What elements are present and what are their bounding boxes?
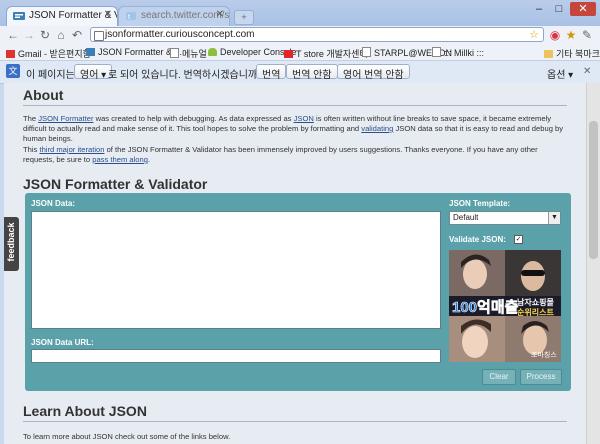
validating-link[interactable]: validating	[361, 124, 393, 133]
history-back-icon[interactable]: ↶	[70, 27, 84, 43]
feedback-tab[interactable]: feedback	[4, 217, 19, 271]
json-url-input[interactable]	[31, 349, 441, 363]
validate-label: Validate JSON:	[449, 235, 506, 244]
json-favicon-icon	[13, 12, 25, 20]
pass-them-along-link[interactable]: pass them along	[92, 155, 148, 164]
bookmark-tstore[interactable]: T store 개발자센터	[284, 47, 368, 60]
close-tab-icon[interactable]: ✕	[216, 9, 224, 20]
ad-subhead-2: 순위리스트	[517, 308, 554, 317]
android-icon	[208, 48, 217, 56]
chevron-down-icon: ▼	[548, 212, 560, 224]
translate-button[interactable]: 번역	[256, 64, 287, 81]
tab-json-formatter[interactable]: JSON Formatter & Valid... ✕	[6, 6, 118, 26]
no-translate-button[interactable]: 번역 안함	[286, 64, 338, 81]
gmail-icon	[6, 50, 15, 58]
about-paragraph-2: This third major iteration of the JSON F…	[23, 145, 538, 164]
vertical-scrollbar[interactable]	[586, 83, 600, 444]
template-label: JSON Template:	[449, 199, 511, 208]
bookmark-manual[interactable]: 메뉴얼	[170, 47, 207, 60]
bookmark-gmail[interactable]: Gmail - 받은편지함	[6, 47, 91, 60]
bookmark-millki[interactable]: ::: Millki :::	[432, 47, 484, 58]
never-translate-button[interactable]: 영어 번역 안함	[337, 64, 410, 81]
tab-twitter-search[interactable]: t search.twitter.com/searc... ✕	[118, 6, 230, 26]
clear-button[interactable]: Clear	[482, 369, 516, 385]
new-tab-button[interactable]: +	[234, 10, 254, 25]
translate-bar: 文 이 페이지는 영어 ▾ 로 되어 있습니다. 번역하시겠습니까? 번역 번역…	[0, 61, 600, 84]
translate-question: 로 되어 있습니다. 번역하시겠습니까?	[108, 70, 263, 81]
minimize-button[interactable]: –	[530, 2, 548, 16]
other-bookmarks[interactable]: 기타 북마크	[544, 47, 600, 60]
document-icon	[170, 48, 179, 58]
advertisement-banner[interactable]: 100억매출 남자쇼핑몰 순위리스트 조마칭스	[449, 250, 561, 362]
wrench-icon[interactable]: ✎	[580, 27, 594, 43]
language-select[interactable]: 영어 ▾	[74, 64, 113, 81]
about-paragraph-1: The JSON Formatter was created to help w…	[23, 114, 564, 143]
close-window-button[interactable]: ✕	[570, 2, 596, 16]
third-iteration-link[interactable]: third major iteration	[39, 145, 104, 154]
ad-brand: 조마칭스	[531, 352, 557, 359]
restore-button[interactable]: □	[550, 2, 568, 16]
bookmark-star-icon[interactable]: ★	[564, 27, 578, 43]
json-link[interactable]: JSON	[294, 114, 314, 123]
twitter-favicon-icon: t	[126, 12, 136, 21]
json-formatter-link[interactable]: JSON Formatter	[38, 114, 93, 123]
template-select[interactable]: Default ▼	[449, 211, 561, 225]
address-bar[interactable]: jsonformatter.curiousconcept.com ☆	[90, 27, 544, 42]
close-tab-icon[interactable]: ✕	[104, 9, 112, 20]
scrollbar-thumb[interactable]	[589, 121, 598, 259]
translate-prefix: 이 페이지는	[26, 70, 75, 81]
reload-icon[interactable]: ↻	[38, 27, 52, 43]
template-value: Default	[453, 213, 479, 222]
home-icon[interactable]: ⌂	[54, 27, 68, 43]
extension-icon[interactable]: ◉	[548, 27, 562, 43]
close-translate-icon[interactable]: ✕	[583, 66, 591, 77]
translate-icon: 文	[6, 64, 20, 78]
tab-bar: JSON Formatter & Valid... ✕ t search.twi…	[0, 0, 600, 26]
bookmarks-bar: Gmail - 받은편지함 JSON Formatter & ... 메뉴얼 D…	[0, 44, 600, 61]
forward-icon[interactable]: →	[22, 27, 36, 43]
feedback-label: feedback	[6, 222, 16, 262]
folder-icon	[544, 50, 553, 58]
star-icon[interactable]: ☆	[529, 28, 539, 41]
document-icon	[362, 47, 371, 57]
divider	[23, 421, 567, 422]
tstore-icon	[284, 50, 293, 58]
bookmark-json-formatter[interactable]: JSON Formatter & ...	[86, 47, 182, 57]
json-url-label: JSON Data URL:	[31, 338, 94, 347]
json-icon	[86, 48, 95, 56]
translate-options[interactable]: 옵션 ▾	[547, 66, 573, 81]
ad-headline: 100억매출	[452, 299, 519, 317]
process-button[interactable]: Process	[520, 369, 562, 385]
page-content: About The JSON Formatter was created to …	[4, 83, 586, 444]
validator-heading: JSON Formatter & Validator	[23, 176, 208, 192]
document-icon	[432, 47, 441, 57]
json-data-label: JSON Data:	[31, 199, 76, 208]
json-data-textarea[interactable]	[31, 211, 441, 329]
back-icon[interactable]: ←	[6, 27, 20, 43]
learn-heading: Learn About JSON	[23, 403, 147, 419]
browser-toolbar: ← → ↻ ⌂ ↶ jsonformatter.curiousconcept.c…	[0, 26, 600, 45]
page-icon	[94, 31, 104, 41]
validator-panel: JSON Data: JSON Data URL: JSON Template:…	[25, 193, 571, 391]
divider	[23, 105, 567, 106]
learn-paragraph: To learn more about JSON check out some …	[23, 432, 231, 441]
about-heading: About	[23, 87, 64, 103]
url-text: jsonformatter.curiousconcept.com	[105, 29, 255, 40]
svg-text:t: t	[128, 14, 130, 21]
validate-checkbox[interactable]: ✓	[514, 235, 523, 244]
